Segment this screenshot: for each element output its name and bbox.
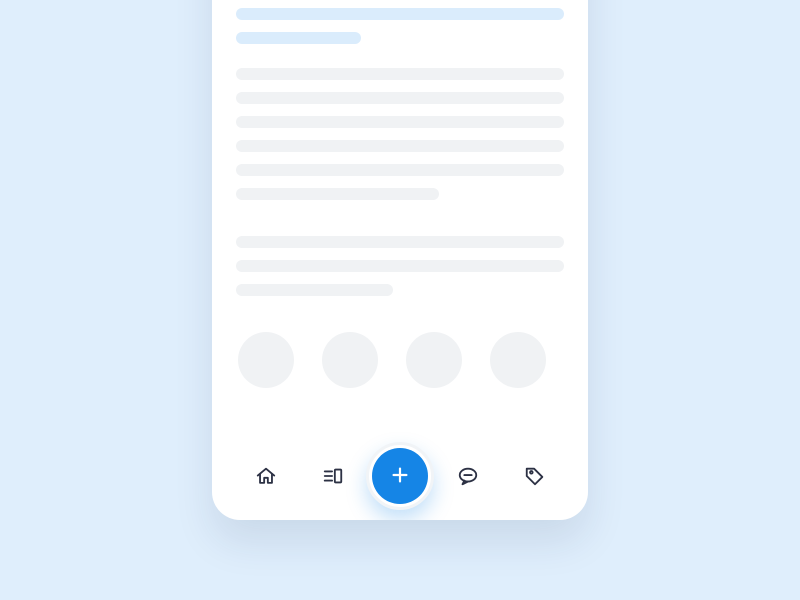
skeleton-title [236,8,564,44]
skeleton-line [236,236,564,248]
skeleton-line [236,164,564,176]
nav-comments[interactable] [446,454,490,498]
skeleton-paragraph [236,236,564,296]
skeleton-avatar [322,332,378,388]
skeleton-line [236,8,564,20]
skeleton-line [236,188,439,200]
skeleton-avatars-row [236,320,564,388]
skeleton-line [236,92,564,104]
fab-container [366,442,434,510]
tag-icon [524,465,546,487]
skeleton-line [236,284,393,296]
nav-home[interactable] [244,454,288,498]
skeleton-avatar [238,332,294,388]
bottom-nav [212,442,588,520]
skeleton-paragraph [236,68,564,200]
skeleton-line [236,116,564,128]
nav-add-fab[interactable] [372,448,428,504]
skeleton-line [236,32,361,44]
skeleton-avatar [490,332,546,388]
list-icon [322,465,344,487]
skeleton-line [236,140,564,152]
home-icon [255,465,277,487]
skeleton-line [236,68,564,80]
nav-list[interactable] [311,454,355,498]
app-frame [212,0,588,520]
content-skeleton [212,0,588,442]
chat-icon [457,465,479,487]
skeleton-line [236,260,564,272]
skeleton-avatar [406,332,462,388]
plus-icon [389,464,411,489]
nav-tags[interactable] [513,454,557,498]
